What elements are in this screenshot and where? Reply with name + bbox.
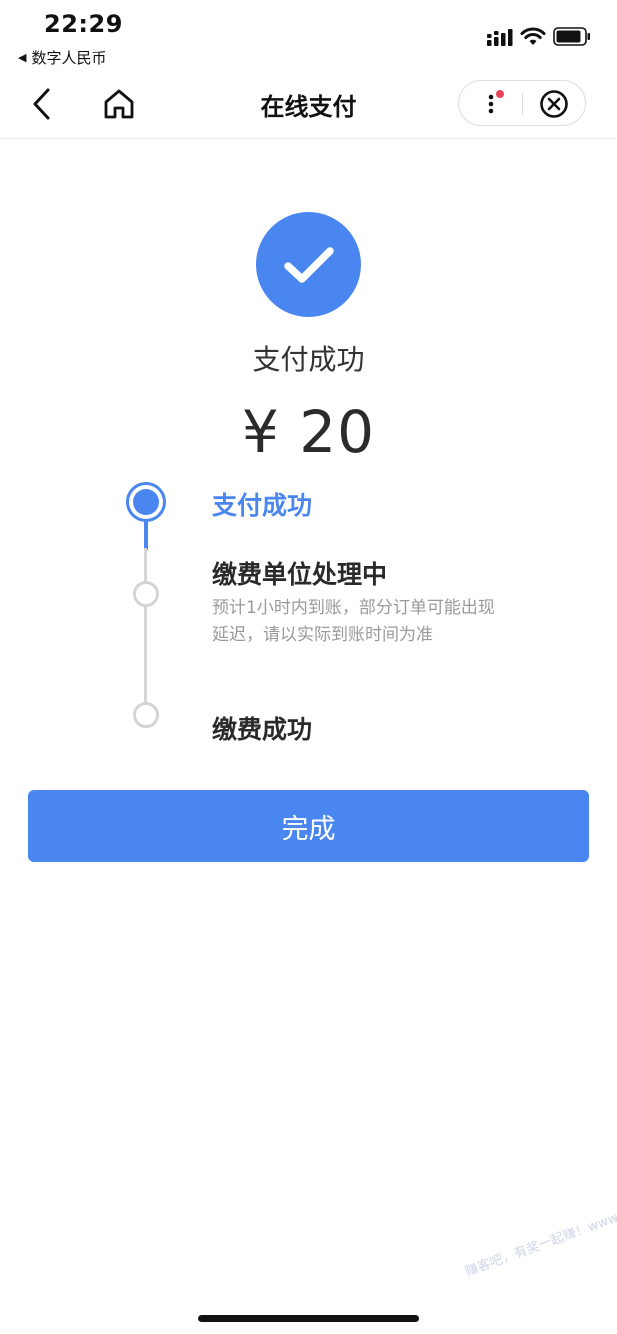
watermark-text: 赚客吧，有奖一起赚！www.zuanke8.com bbox=[463, 1179, 617, 1280]
back-to-app-link[interactable]: ◀ 数字人民币 bbox=[18, 47, 106, 68]
more-vertical-icon[interactable] bbox=[481, 89, 505, 119]
back-app-label: 数字人民币 bbox=[31, 49, 107, 67]
step-description: 预计1小时内到账，部分订单可能出现延迟，请以实际到账时间为准 bbox=[212, 598, 495, 645]
nav-bar: 在线支付 bbox=[0, 70, 617, 139]
close-circle-icon[interactable] bbox=[539, 89, 569, 119]
check-icon bbox=[283, 246, 334, 283]
step-label-processing: 缴费单位处理中 bbox=[212, 560, 388, 589]
capsule-divider bbox=[522, 93, 523, 115]
result-title: 支付成功 bbox=[252, 343, 365, 376]
back-triangle-icon: ◀ bbox=[18, 51, 27, 64]
step-label-paid: 支付成功 bbox=[212, 491, 313, 520]
step-label-complete: 缴费成功 bbox=[212, 715, 313, 744]
mini-program-capsule bbox=[458, 80, 586, 126]
success-badge bbox=[256, 212, 361, 317]
cellular-signal-icon bbox=[487, 29, 513, 46]
status-time: 22:29 bbox=[44, 10, 123, 38]
timeline-dot-pending bbox=[133, 581, 159, 607]
home-indicator[interactable] bbox=[198, 1315, 419, 1322]
payment-amount: ¥ 20 bbox=[241, 398, 376, 466]
timeline-line bbox=[144, 548, 147, 716]
battery-icon bbox=[553, 27, 590, 46]
timeline-dot-done bbox=[126, 482, 166, 522]
wifi-icon bbox=[520, 27, 546, 45]
timeline-dot-pending bbox=[133, 702, 159, 728]
done-button[interactable]: 完成 bbox=[28, 790, 589, 862]
